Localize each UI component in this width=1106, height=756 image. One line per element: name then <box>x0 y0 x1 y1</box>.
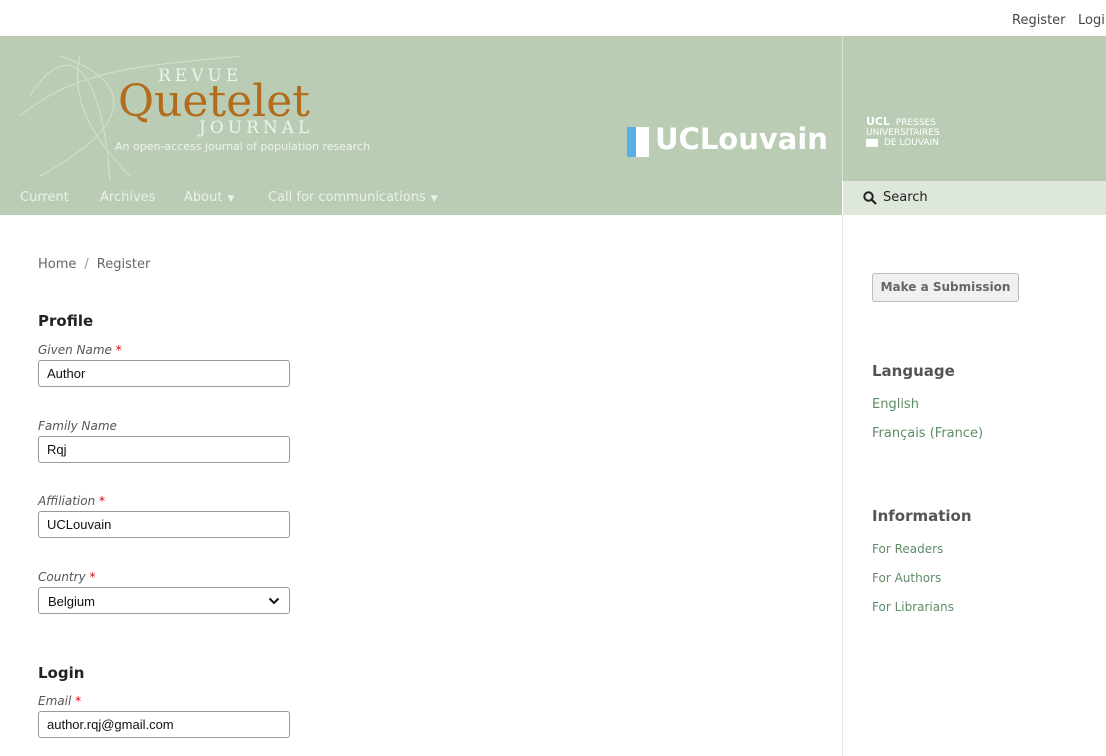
country-select[interactable]: Belgium <box>38 587 290 614</box>
nav-archives[interactable]: Archives <box>100 190 155 205</box>
nav-about-label: About <box>184 190 223 205</box>
login-link[interactable]: Login <box>1078 13 1106 28</box>
email-label: Email * <box>38 694 82 708</box>
caret-down-icon: ▼ <box>430 194 438 204</box>
top-bar: Register Login <box>0 0 1106 36</box>
information-heading: Information <box>872 507 972 525</box>
site-header: REVUE Quetelet JOURNAL An open-access jo… <box>0 36 1106 181</box>
journal-banner[interactable]: REVUE Quetelet JOURNAL An open-access jo… <box>0 36 842 181</box>
language-french-link[interactable]: Français (France) <box>872 426 983 441</box>
search-link[interactable]: Search <box>842 181 1106 215</box>
affiliation-field[interactable] <box>38 511 290 538</box>
press-banner <box>842 36 1106 181</box>
breadcrumb-current: Register <box>96 257 151 272</box>
country-label: Country * <box>38 570 96 584</box>
caret-down-icon: ▼ <box>227 194 235 204</box>
make-submission-button[interactable]: Make a Submission <box>872 273 1019 302</box>
language-heading: Language <box>872 362 955 380</box>
required-mark: * <box>89 570 96 584</box>
logo-journal: JOURNAL <box>199 118 314 138</box>
given-name-field[interactable] <box>38 360 290 387</box>
main-content: Home / Register Profile Given Name * Famil… <box>0 215 842 756</box>
uclouvain-icon <box>627 127 649 157</box>
nav-current[interactable]: Current <box>20 190 69 205</box>
chevron-down-icon <box>268 597 280 605</box>
required-mark: * <box>99 494 106 508</box>
family-name-field[interactable] <box>38 436 290 463</box>
press-presses: PRESSES <box>895 118 936 128</box>
nav-menu: Current Archives About ▼ Call for communi… <box>0 181 842 215</box>
uclouvain-wordmark: UCLouvain <box>655 122 828 156</box>
email-field[interactable] <box>38 711 290 738</box>
register-link[interactable]: Register <box>1012 13 1066 28</box>
given-name-label: Given Name * <box>38 343 122 357</box>
breadcrumb-home[interactable]: Home <box>38 257 76 272</box>
family-name-label: Family Name <box>38 419 117 433</box>
for-librarians-link[interactable]: For Librarians <box>872 600 954 614</box>
nav-call-label: Call for communications <box>268 190 426 205</box>
search-label: Search <box>883 190 928 205</box>
search-icon <box>863 191 877 205</box>
profile-heading: Profile <box>38 312 94 330</box>
language-english-link[interactable]: English <box>872 397 919 412</box>
breadcrumb-separator: / <box>84 257 89 272</box>
login-heading: Login <box>38 664 85 682</box>
press-de-louvain: DE LOUVAIN <box>884 138 939 148</box>
press-bar <box>866 138 878 147</box>
for-authors-link[interactable]: For Authors <box>872 571 941 585</box>
nav-call-for-communications[interactable]: Call for communications ▼ <box>268 190 438 205</box>
sidebar: Make a Submission Language English Franç… <box>842 215 1106 756</box>
press-universitaires: UNIVERSITAIRES <box>866 128 940 138</box>
journal-tagline: An open-access journal of population res… <box>115 140 371 153</box>
breadcrumb: Home / Register <box>38 257 150 272</box>
nav-about[interactable]: About ▼ <box>184 190 234 205</box>
required-mark: * <box>115 343 122 357</box>
required-mark: * <box>75 694 82 708</box>
for-readers-link[interactable]: For Readers <box>872 542 943 556</box>
affiliation-label: Affiliation * <box>38 494 106 508</box>
country-select-value: Belgium <box>48 594 95 609</box>
main-nav: Current Archives About ▼ Call for communi… <box>0 181 1106 215</box>
ucl-press-logo: UCL PRESSES UNIVERSITAIRES DE LOUVAIN <box>866 115 956 148</box>
press-ucl: UCL <box>866 115 891 128</box>
